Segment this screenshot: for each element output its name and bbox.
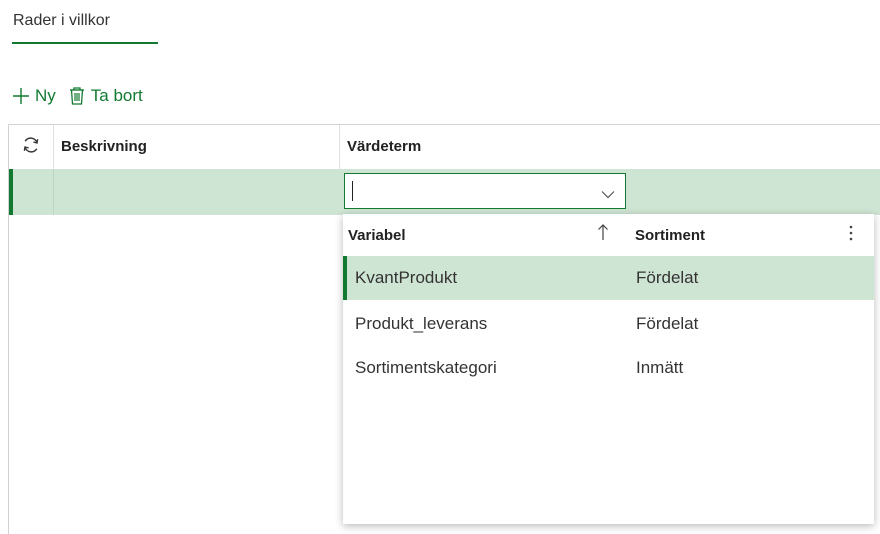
page: Rader i villkor Ny Ta bort Beskrivning V… xyxy=(0,0,880,534)
text-caret xyxy=(352,181,353,201)
more-options-icon[interactable] xyxy=(848,224,854,246)
option-selected-marker xyxy=(343,256,347,300)
option-variable: Sortimentskategori xyxy=(355,358,497,377)
column-header-description[interactable]: Beskrivning xyxy=(61,125,147,169)
new-button[interactable]: Ny xyxy=(12,86,56,106)
sort-ascending-icon[interactable] xyxy=(596,222,610,242)
delete-button[interactable]: Ta bort xyxy=(68,86,143,106)
refresh-button[interactable] xyxy=(9,125,54,169)
delete-button-label: Ta bort xyxy=(90,86,143,105)
option-assortment: Fördelat xyxy=(636,268,699,287)
tab-rader-i-villkor[interactable]: Rader i villkor xyxy=(12,10,158,44)
refresh-icon xyxy=(21,135,41,160)
dropdown-option[interactable]: KvantProdukt Fördelat xyxy=(343,256,874,300)
column-separator xyxy=(339,125,340,169)
table-row[interactable] xyxy=(9,169,880,215)
dropdown-column-variable[interactable]: Variabel xyxy=(348,227,406,244)
grid-header: Beskrivning Värdeterm xyxy=(9,125,880,170)
action-toolbar: Ny Ta bort xyxy=(12,82,143,110)
dropdown-column-assortment[interactable]: Sortiment xyxy=(635,227,705,244)
dropdown-option[interactable]: Produkt_leverans Fördelat xyxy=(343,302,874,346)
option-variable: KvantProdukt xyxy=(355,268,458,287)
value-term-dropdown: Variabel Sortiment KvantProdukt Fördelat xyxy=(343,214,874,524)
plus-icon xyxy=(12,87,30,105)
value-term-input[interactable] xyxy=(351,178,587,204)
option-variable: Produkt_leverans xyxy=(355,314,488,333)
value-term-combobox[interactable] xyxy=(344,173,626,209)
column-header-value-term[interactable]: Värdeterm xyxy=(347,125,421,169)
option-assortment: Fördelat xyxy=(636,314,699,333)
row-selected-marker xyxy=(9,169,13,215)
chevron-down-icon[interactable] xyxy=(601,186,615,204)
trash-icon xyxy=(68,86,86,106)
option-assortment: Inmätt xyxy=(636,358,684,377)
new-button-label: Ny xyxy=(35,86,56,105)
dropdown-option[interactable]: Sortimentskategori Inmätt xyxy=(343,346,874,390)
tab-active-indicator xyxy=(12,42,158,44)
tab-label: Rader i villkor xyxy=(13,12,110,29)
row-cell-separator xyxy=(53,169,54,215)
dropdown-header: Variabel Sortiment xyxy=(343,214,874,256)
